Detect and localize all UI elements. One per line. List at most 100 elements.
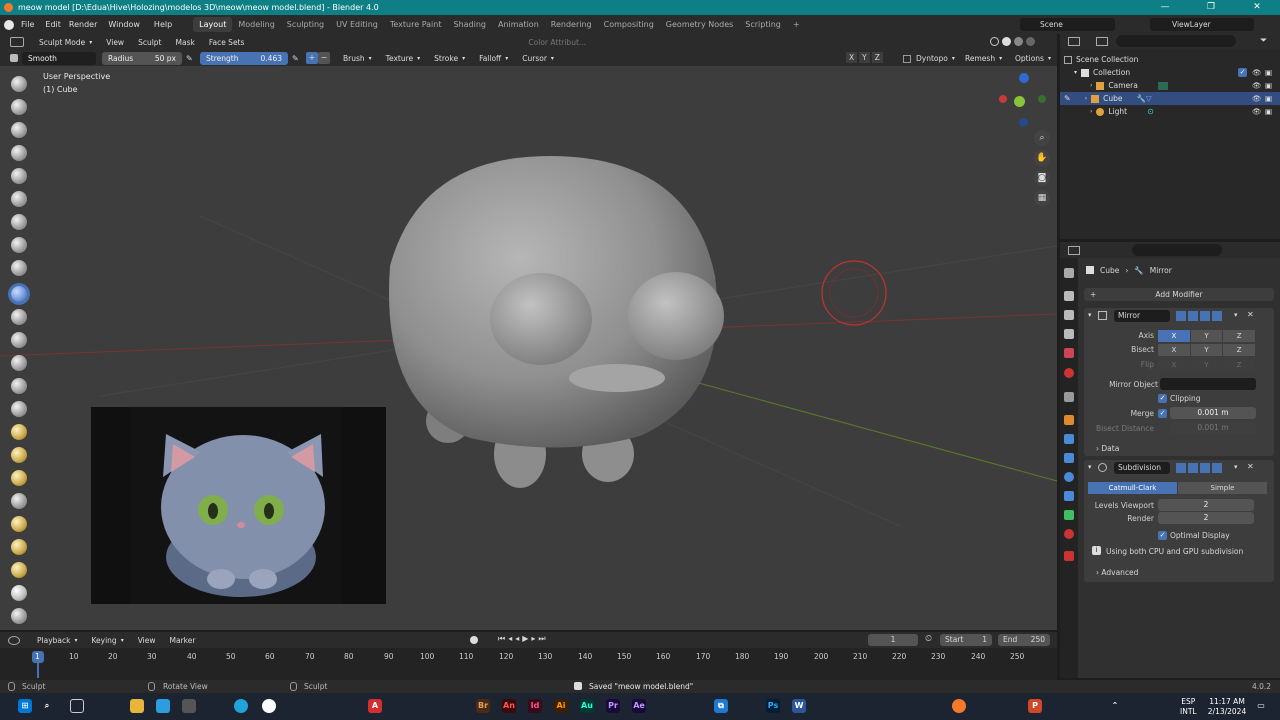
outliner-item-camera[interactable]: › Camera 👁 ▣: [1060, 79, 1280, 92]
audition-app-icon[interactable]: Au: [580, 699, 594, 713]
grab-brush-icon[interactable]: [11, 424, 27, 440]
modifier-tab-icon[interactable]: [1064, 434, 1074, 444]
pen-pressure-icon[interactable]: ✎: [186, 54, 196, 63]
slide-relax-icon[interactable]: [11, 585, 27, 601]
outliner-collection[interactable]: ▾ Collection ✓ 👁 ▣: [1060, 66, 1280, 79]
draw-brush-icon[interactable]: [11, 76, 27, 92]
task-view-icon[interactable]: [70, 699, 84, 713]
advanced-subpanel-toggle[interactable]: › Advanced: [1096, 568, 1138, 577]
calculator-icon[interactable]: [182, 699, 196, 713]
optimal-display-checkbox[interactable]: ✓: [1158, 531, 1167, 540]
start-menu-icon[interactable]: ⊞: [18, 699, 32, 713]
menu-stroke[interactable]: Stroke ▾: [429, 52, 470, 65]
current-frame-field[interactable]: 1: [868, 634, 918, 646]
tab-rendering[interactable]: Rendering: [545, 17, 598, 32]
scrape-brush-icon[interactable]: [11, 355, 27, 371]
file-explorer-icon[interactable]: [130, 699, 144, 713]
dyntopo-toggle[interactable]: Dyntopo ▾: [898, 52, 960, 65]
close-button[interactable]: ✕: [1234, 0, 1280, 15]
menu-help[interactable]: Help: [147, 20, 179, 29]
pan-hand-icon[interactable]: ✋: [1034, 150, 1050, 166]
navigation-gizmo[interactable]: [998, 72, 1050, 127]
visibility-eye-icon[interactable]: 👁: [1252, 68, 1262, 77]
menu-face-sets[interactable]: Face Sets: [204, 36, 250, 49]
collection-tab-icon[interactable]: [1064, 392, 1074, 402]
editor-type-icon[interactable]: [10, 37, 24, 47]
inflate-brush-icon[interactable]: [11, 214, 27, 230]
data-subpanel-toggle[interactable]: › Data: [1096, 444, 1119, 453]
tab-scripting[interactable]: Scripting: [739, 17, 787, 32]
modifier-dropdown-icon[interactable]: ▾: [1234, 311, 1238, 319]
crease-brush-icon[interactable]: [11, 260, 27, 276]
clay-thumb-brush-icon[interactable]: [11, 168, 27, 184]
timeline-track[interactable]: 1 10 20 30 40 50 60 70 80 90 100 110 120…: [0, 648, 1057, 680]
menu-texture[interactable]: Texture ▾: [381, 52, 425, 65]
collapse-chevron-icon[interactable]: ▾: [1088, 463, 1092, 471]
clock-icon[interactable]: ⏲: [925, 634, 932, 644]
menu-timeline-view[interactable]: View: [133, 634, 161, 647]
subdivision-type-toggle[interactable]: Catmull-Clark Simple: [1088, 482, 1268, 494]
bisect-toggles[interactable]: XYZ: [1158, 344, 1256, 356]
remove-modifier-icon[interactable]: ✕: [1247, 462, 1254, 471]
symmetry-axes[interactable]: XYZ: [846, 52, 883, 63]
flip-toggles[interactable]: XYZ: [1158, 359, 1256, 371]
object-tab-icon[interactable]: [1064, 415, 1074, 425]
taskbar-search-icon[interactable]: ⌕: [40, 699, 54, 713]
levels-viewport-field[interactable]: 2: [1158, 499, 1254, 511]
output-tab-icon[interactable]: [1064, 310, 1074, 320]
world-tab-icon[interactable]: [1064, 368, 1074, 378]
layer-brush-icon[interactable]: [11, 191, 27, 207]
blender-menu-icon[interactable]: [4, 19, 14, 30]
multiplane-scrape-icon[interactable]: [11, 378, 27, 394]
smooth-brush-icon[interactable]: [11, 286, 27, 302]
keyboard-language[interactable]: ESP INTL: [1180, 697, 1197, 717]
remesh-menu[interactable]: Remesh ▾: [960, 52, 1007, 65]
camera-view-icon[interactable]: ◙: [1034, 170, 1050, 186]
menu-edit[interactable]: Edit: [41, 20, 65, 29]
illustrator-app-icon[interactable]: Ai: [554, 699, 568, 713]
thumb-brush-icon[interactable]: [11, 493, 27, 509]
mirror-object-field[interactable]: [1160, 378, 1256, 390]
axis-toggles[interactable]: XYZ: [1158, 330, 1256, 342]
filter-icon[interactable]: ⏷: [1260, 36, 1267, 46]
fill-brush-icon[interactable]: [11, 332, 27, 348]
zoom-icon[interactable]: ⌕: [1034, 130, 1050, 146]
outliner-item-cube[interactable]: ✎ › Cube 🔧▽ 👁 ▣: [1060, 92, 1280, 105]
system-tray-icon[interactable]: ⌃: [1108, 699, 1122, 713]
tab-animation[interactable]: Animation: [492, 17, 545, 32]
powerpoint-app-icon[interactable]: P: [1028, 699, 1042, 713]
tab-modeling[interactable]: Modeling: [232, 17, 280, 32]
after-effects-icon[interactable]: Ae: [632, 699, 646, 713]
menu-falloff[interactable]: Falloff ▾: [474, 52, 513, 65]
tab-texture-paint[interactable]: Texture Paint: [384, 17, 448, 32]
physics-tab-icon[interactable]: [1064, 472, 1074, 482]
premiere-app-icon[interactable]: Pr: [606, 699, 620, 713]
merge-distance-field[interactable]: 0.001 m: [1170, 407, 1256, 419]
clay-brush-icon[interactable]: [11, 122, 27, 138]
outliner-search-input[interactable]: [1116, 35, 1236, 47]
strength-field[interactable]: Strength 0.463: [200, 51, 288, 65]
viewlayer-selector[interactable]: ViewLayer: [1150, 18, 1254, 31]
bridge-app-icon[interactable]: Br: [476, 699, 490, 713]
menu-mask[interactable]: Mask: [171, 36, 200, 49]
direction-subtract-button[interactable]: −: [318, 52, 330, 64]
remove-modifier-icon[interactable]: ✕: [1247, 310, 1254, 319]
photoshop-app-icon[interactable]: Ps: [766, 699, 780, 713]
indesign-app-icon[interactable]: Id: [528, 699, 542, 713]
modifier-visibility-toggles[interactable]: [1176, 463, 1222, 473]
radius-field[interactable]: Radius 50 px: [102, 51, 182, 65]
menu-render[interactable]: Render: [65, 20, 101, 29]
blender-taskbar-icon[interactable]: [952, 699, 966, 713]
notes-app-icon[interactable]: [156, 699, 170, 713]
color-attribute-selector[interactable]: Color Attribut...: [523, 36, 591, 49]
outliner-scene-collection[interactable]: Scene Collection: [1060, 53, 1280, 66]
brush-selector[interactable]: Smooth: [22, 51, 96, 65]
animate-app-icon[interactable]: An: [502, 699, 516, 713]
render-camera-icon[interactable]: ▣: [1265, 68, 1272, 77]
texture-tab-icon[interactable]: [1064, 551, 1074, 561]
render-tab-icon[interactable]: [1064, 291, 1074, 301]
bisect-distance-field[interactable]: 0.001 m: [1170, 422, 1256, 434]
menu-keying[interactable]: Keying ▾: [86, 634, 128, 647]
boundary-brush-icon[interactable]: [11, 608, 27, 624]
particles-tab-icon[interactable]: [1064, 453, 1074, 463]
